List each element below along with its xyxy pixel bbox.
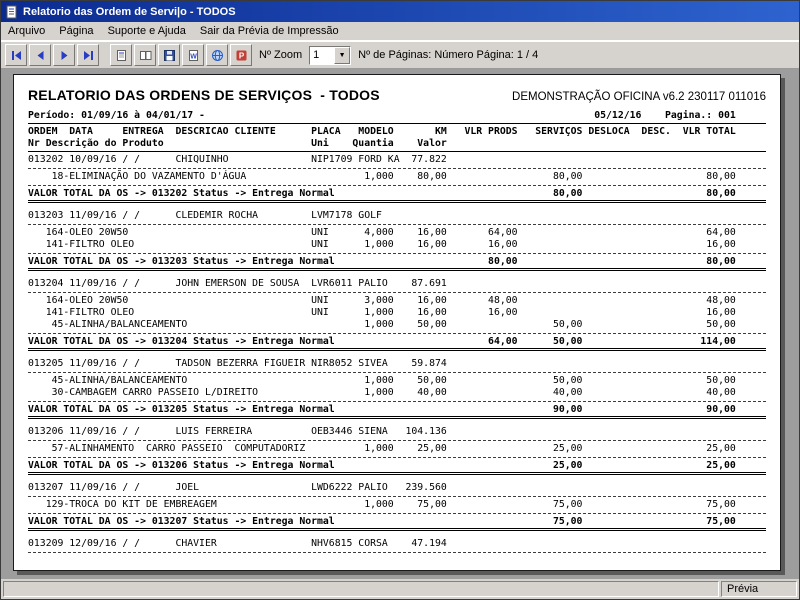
report-page: RELATORIO DAS ORDENS DE SERVIÇOS - TODOS…: [13, 74, 781, 571]
menu-item-pagina[interactable]: Página: [52, 23, 100, 39]
report-separator-dash: [28, 331, 766, 334]
toolbar: W P Nº Zoom 1 ▼ Nº de Páginas: Número Pá…: [1, 41, 799, 69]
report-line: 013205 11/09/16 / / TADSON BEZERRA FIGUE…: [28, 358, 736, 369]
report-line: 164-OLEO 20W50 UNI 3,000 16,00 48,00 48,…: [28, 295, 736, 306]
report-separator-solid: [28, 122, 766, 124]
export-html-button[interactable]: [206, 44, 228, 66]
report-line: VALOR TOTAL DA OS -> 013202 Status -> En…: [28, 188, 736, 199]
report-line: 013209 12/09/16 / / CHAVIER NHV6815 CORS…: [28, 538, 736, 549]
report-line: 18-ELIMINAÇÃO DO VAZAMENTO D'ÁGUA 1,000 …: [28, 171, 736, 182]
menu-item-suporte-e-ajuda[interactable]: Suporte e Ajuda: [101, 23, 193, 39]
report-line: VALOR TOTAL DA OS -> 013203 Status -> En…: [28, 256, 736, 267]
report-separator-double: [28, 348, 766, 351]
report-line: VALOR TOTAL DA OS -> 013204 Status -> En…: [28, 336, 736, 347]
export-doc-button[interactable]: W: [182, 44, 204, 66]
report-separator-dash: [28, 251, 766, 254]
report-separator-dash: [28, 166, 766, 169]
app-window: Relatorio das Ordem de Servi|o - TODOS A…: [0, 0, 800, 600]
report-line: 45-ALINHA/BALANCEAMENTO 1,000 50,00 50,0…: [28, 319, 736, 330]
report-header: RELATORIO DAS ORDENS DE SERVIÇOS - TODOS…: [28, 87, 766, 103]
report-line: Período: 01/09/16 à 04/01/17 - 05/12/16 …: [28, 110, 736, 121]
pdf-icon: P: [236, 50, 246, 60]
export-pdf-button[interactable]: P: [230, 44, 252, 66]
report-separator-dash: [28, 222, 766, 225]
zoom-value: 1: [313, 48, 320, 61]
report-line: 141-FILTRO OLEO UNI 1,000 16,00 16,00 16…: [28, 239, 736, 250]
app-icon: [5, 5, 19, 19]
pages-info-label: Nº de Páginas: Número Página: 1 / 4: [358, 49, 539, 61]
zoom-select[interactable]: 1 ▼: [309, 45, 352, 65]
report-separator-double: [28, 472, 766, 475]
page-icon: [116, 49, 126, 61]
menu-bar: Arquivo Página Suporte e Ajuda Sair da P…: [1, 22, 799, 41]
report-line: ORDEM DATA ENTREGA DESCRICAO CLIENTE PLA…: [28, 126, 736, 137]
report-line: 164-OLEO 20W50 UNI 4,000 16,00 64,00 64,…: [28, 227, 736, 238]
report-separator-dash: [28, 290, 766, 293]
window-title: Relatorio das Ordem de Servi|o - TODOS: [23, 5, 236, 18]
report-lines: Período: 01/09/16 à 04/01/17 - 05/12/16 …: [28, 110, 766, 553]
report-line: 013206 11/09/16 / / LUIS FERREIRA OEB344…: [28, 426, 736, 437]
next-page-button[interactable]: [53, 44, 75, 66]
two-pages-icon: [139, 50, 151, 60]
save-icon: [163, 49, 175, 61]
report-line: 30-CAMBAGEM CARRO PASSEIO L/DIREITO 1,00…: [28, 387, 736, 398]
last-page-button[interactable]: [77, 44, 99, 66]
two-page-view-button[interactable]: [134, 44, 156, 66]
report-line: 013203 11/09/16 / / CLEDEMIR ROCHA LVM71…: [28, 210, 736, 221]
status-bar: Prévia: [1, 579, 799, 599]
report-line: 141-FILTRO OLEO UNI 1,000 16,00 16,00 16…: [28, 307, 736, 318]
globe-icon: [211, 49, 223, 61]
zoom-label: Nº Zoom: [259, 49, 303, 61]
page-setup-button[interactable]: [110, 44, 132, 66]
report-separator-dash: [28, 183, 766, 186]
chevron-down-icon[interactable]: ▼: [334, 46, 351, 64]
title-bar[interactable]: Relatorio das Ordem de Servi|o - TODOS: [1, 1, 799, 22]
report-line: Nr Descrição do Produto Uni Quantia Valo…: [28, 138, 736, 149]
report-separator-dash: [28, 494, 766, 497]
report-separator-double: [28, 528, 766, 531]
report-separator-solid: [28, 150, 766, 152]
report-separator-dash: [28, 550, 766, 553]
svg-text:W: W: [190, 53, 197, 60]
report-line: 57-ALINHAMENTO CARRO PASSEIO COMPUTADORI…: [28, 443, 736, 454]
status-panel-preview: Prévia: [721, 581, 797, 597]
doc-export-icon: W: [188, 49, 198, 61]
report-separator-double: [28, 268, 766, 271]
report-line: VALOR TOTAL DA OS -> 013205 Status -> En…: [28, 404, 736, 415]
report-line: 013202 10/09/16 / / CHIQUINHO NIP1709 FO…: [28, 154, 736, 165]
report-title: RELATORIO DAS ORDENS DE SERVIÇOS - TODOS: [28, 87, 380, 103]
report-line: 013207 11/09/16 / / JOEL LWD6222 PALIO 2…: [28, 482, 736, 493]
report-separator-dash: [28, 511, 766, 514]
report-separator-dash: [28, 438, 766, 441]
first-page-icon: [11, 50, 21, 60]
report-line: VALOR TOTAL DA OS -> 013206 Status -> En…: [28, 460, 736, 471]
last-page-icon: [83, 50, 93, 60]
report-separator-double: [28, 416, 766, 419]
menu-item-sair-da-previa[interactable]: Sair da Prévia de Impressão: [193, 23, 346, 39]
report-line: 013204 11/09/16 / / JOHN EMERSON DE SOUS…: [28, 278, 736, 289]
menu-item-arquivo[interactable]: Arquivo: [1, 23, 52, 39]
report-line: 129-TROCA DO KIT DE EMBREAGEM 1,000 75,0…: [28, 499, 736, 510]
previous-page-button[interactable]: [29, 44, 51, 66]
status-panel-main: [3, 581, 719, 597]
report-demo-label: DEMONSTRAÇÃO OFICINA v6.2 230117 011016: [512, 91, 766, 103]
preview-area[interactable]: RELATORIO DAS ORDENS DE SERVIÇOS - TODOS…: [1, 69, 799, 579]
report-separator-dash: [28, 455, 766, 458]
report-line: VALOR TOTAL DA OS -> 013207 Status -> En…: [28, 516, 736, 527]
save-button[interactable]: [158, 44, 180, 66]
status-preview-label: Prévia: [727, 583, 759, 595]
report-line: 45-ALINHA/BALANCEAMENTO 1,000 50,00 50,0…: [28, 375, 736, 386]
svg-text:P: P: [238, 51, 244, 60]
next-page-icon: [61, 50, 67, 60]
report-separator-double: [28, 200, 766, 203]
previous-page-icon: [37, 50, 43, 60]
report-separator-dash: [28, 370, 766, 373]
first-page-button[interactable]: [5, 44, 27, 66]
report-separator-dash: [28, 399, 766, 402]
